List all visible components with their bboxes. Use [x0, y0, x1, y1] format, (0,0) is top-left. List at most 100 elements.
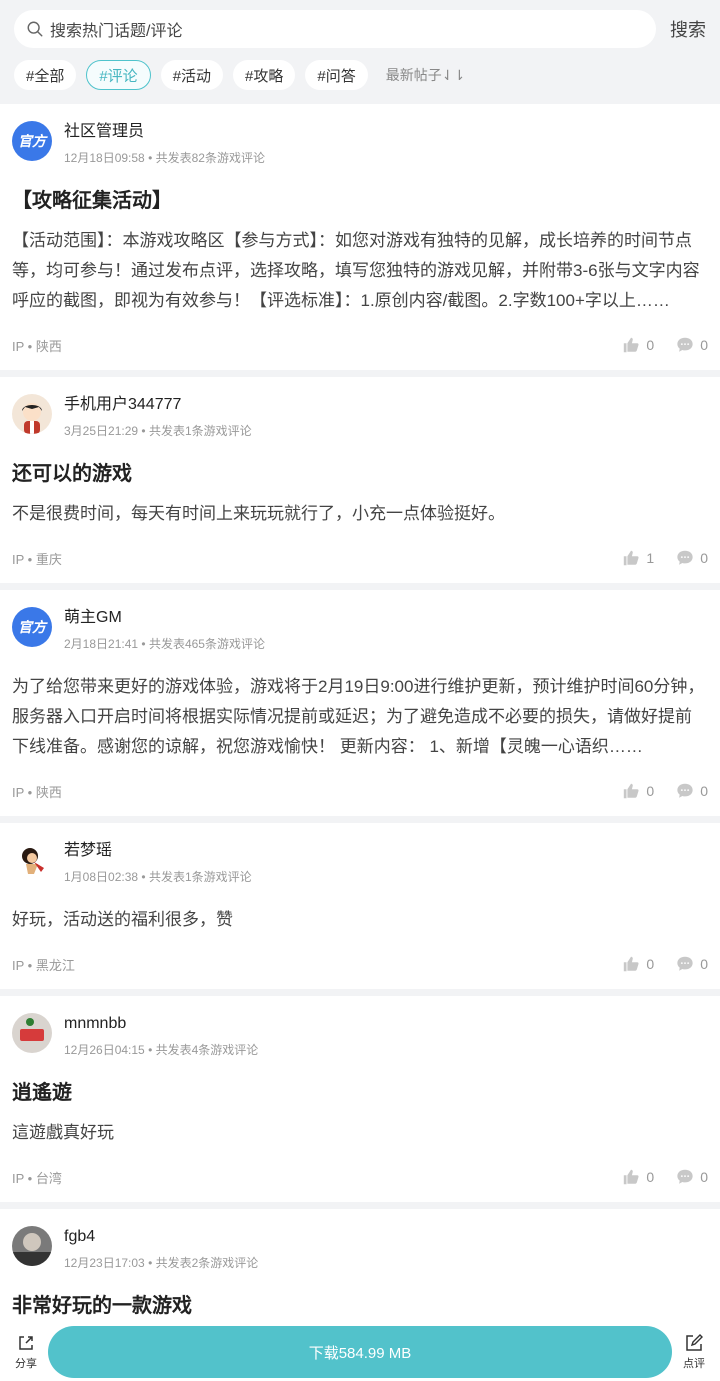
post-actions: 00	[600, 955, 708, 973]
post-card[interactable]: 官方 社区管理员 12月18日09:58 • 共发表82条游戏评论 【攻略征集活动】【…	[0, 104, 720, 370]
review-label: 点评	[683, 1358, 705, 1370]
post-meta: mnmnbb 12月26日04:15 • 共发表4条游戏评论	[64, 1013, 258, 1058]
search-icon	[27, 21, 43, 37]
comment-icon	[677, 956, 693, 971]
post-card[interactable]: mnmnbb 12月26日04:15 • 共发表4条游戏评论 逍遙遊 這遊戲真好玩 IP…	[0, 996, 720, 1202]
comment-count: 0	[700, 337, 708, 353]
comment-count: 0	[700, 956, 708, 972]
like-button[interactable]: 0	[622, 1168, 654, 1186]
post-meta: 手机用户344777 3月25日21:29 • 共发表1条游戏评论	[64, 394, 252, 439]
tag-guide[interactable]: #攻略	[233, 60, 296, 90]
avatar[interactable]	[12, 840, 52, 880]
post-title[interactable]: 还可以的游戏	[12, 461, 708, 487]
search-button[interactable]: 搜索	[656, 16, 706, 42]
author-name[interactable]: 若梦瑶	[64, 840, 252, 862]
avatar[interactable]	[12, 1013, 52, 1053]
post-footer: IP • 陕西 0 0	[12, 766, 708, 816]
post-card[interactable]: 官方 萌主GM 2月18日21:41 • 共发表465条游戏评论 为了给您带来更好的游…	[0, 590, 720, 816]
like-count: 0	[646, 956, 655, 972]
post-actions: 00	[600, 336, 708, 354]
post-footer: IP • 陕西 0 0	[12, 320, 708, 370]
tag-all[interactable]: #全部	[14, 60, 77, 90]
post-time: 1月08日02:38	[64, 870, 139, 884]
post-footer: IP • 重庆 1 0	[12, 533, 708, 583]
comment-icon	[677, 1169, 693, 1184]
post-header: 手机用户344777 3月25日21:29 • 共发表1条游戏评论	[12, 377, 708, 439]
post-footer: IP • 黑龙江 0 0	[12, 939, 708, 989]
like-icon	[624, 956, 639, 972]
search-input[interactable]: 搜索热门话题/评论	[14, 10, 656, 48]
author-stats: 共发表1条游戏评论	[148, 424, 252, 438]
sort-dropdown[interactable]: 最新帖子⇃⇂	[386, 65, 465, 85]
author-name[interactable]: 萌主GM	[64, 607, 265, 629]
post-time: 12月18日09:58	[64, 151, 145, 165]
author-stats: 共发表82条游戏评论	[155, 151, 265, 165]
ip-location: IP • 黑龙江	[12, 957, 75, 973]
comment-button[interactable]: 0	[676, 1168, 708, 1186]
post-meta: 若梦瑶 1月08日02:38 • 共发表1条游戏评论	[64, 840, 252, 885]
like-count: 0	[646, 337, 655, 353]
post-title[interactable]: 非常好玩的一款游戏	[12, 1293, 708, 1319]
top-bar: 搜索热门话题/评论 搜索 #全部 #评论 #活动 #攻略 #问答 最新帖子⇃⇂	[0, 0, 720, 104]
comment-button[interactable]: 0	[676, 336, 708, 354]
like-button[interactable]: 0	[622, 336, 654, 354]
post-card[interactable]: 若梦瑶 1月08日02:38 • 共发表1条游戏评论 好玩，活动送的福利很多，赞 IP…	[0, 823, 720, 989]
like-icon	[624, 550, 639, 566]
post-header: 官方 社区管理员 12月18日09:58 • 共发表82条游戏评论	[12, 104, 708, 166]
post-content[interactable]: 好玩，活动送的福利很多，赞	[12, 905, 708, 935]
official-avatar[interactable]: 官方	[12, 607, 52, 647]
author-stats: 共发表465条游戏评论	[148, 637, 265, 651]
post-content[interactable]: 這遊戲真好玩	[12, 1118, 708, 1148]
comment-icon	[677, 337, 693, 352]
share-label: 分享	[15, 1358, 37, 1370]
official-badge-text: 官方	[18, 133, 46, 149]
search-row: 搜索热门话题/评论 搜索	[14, 10, 706, 48]
author-stats: 共发表4条游戏评论	[155, 1043, 259, 1057]
tag-qa[interactable]: #问答	[305, 60, 368, 90]
like-count: 1	[646, 550, 655, 566]
comment-icon	[677, 783, 693, 798]
comment-button[interactable]: 0	[676, 549, 708, 567]
post-time: 2月18日21:41	[64, 637, 139, 651]
official-avatar[interactable]: 官方	[12, 121, 52, 161]
comment-count: 0	[700, 783, 708, 799]
comment-button[interactable]: 0	[676, 955, 708, 973]
review-button[interactable]: 点评	[676, 1333, 712, 1371]
edit-icon	[686, 1334, 703, 1351]
photo-avatar-icon	[20, 1018, 44, 1041]
post-meta: 萌主GM 2月18日21:41 • 共发表465条游戏评论	[64, 607, 265, 652]
author-name[interactable]: fgb4	[64, 1226, 258, 1248]
like-icon	[624, 1169, 639, 1185]
ip-location: IP • 陕西	[12, 338, 62, 354]
post-content[interactable]: 【活动范围】：本游戏攻略区【参与方式】：如您对游戏有独特的见解，成长培养的时间节…	[12, 226, 708, 316]
avatar[interactable]	[12, 1226, 52, 1266]
post-header: 若梦瑶 1月08日02:38 • 共发表1条游戏评论	[12, 823, 708, 885]
like-icon	[624, 337, 639, 353]
share-button[interactable]: 分享	[8, 1333, 44, 1371]
post-title[interactable]: 【攻略征集活动】	[12, 188, 708, 214]
post-card[interactable]: 手机用户344777 3月25日21:29 • 共发表1条游戏评论还可以的游戏不是…	[0, 377, 720, 583]
like-button[interactable]: 1	[622, 549, 654, 567]
avatar[interactable]	[12, 394, 52, 434]
post-title[interactable]: 逍遙遊	[12, 1080, 708, 1106]
like-count: 0	[646, 1169, 655, 1185]
tag-filter-bar: #全部 #评论 #活动 #攻略 #问答 最新帖子⇃⇂	[14, 60, 706, 90]
tag-review[interactable]: #评论	[86, 60, 151, 90]
download-button[interactable]: 下载584.99 MB	[48, 1326, 672, 1378]
author-name[interactable]: 手机用户344777	[64, 394, 252, 416]
post-meta: fgb4 12月23日17:03 • 共发表2条游戏评论	[64, 1226, 258, 1271]
tag-activity[interactable]: #活动	[160, 60, 224, 90]
author-stats: 共发表2条游戏评论	[155, 1256, 259, 1270]
like-button[interactable]: 0	[622, 782, 654, 800]
post-time: 12月23日17:03	[64, 1256, 145, 1270]
post-content[interactable]: 为了给您带来更好的游戏体验，游戏将于2月19日9:00进行维护更新，预计维护时间…	[12, 672, 708, 762]
like-button[interactable]: 0	[622, 955, 654, 973]
comment-count: 0	[700, 550, 708, 566]
bottom-bar: 分享 下载584.99 MB 点评	[0, 1323, 720, 1381]
boy-avatar-icon	[22, 403, 42, 434]
comment-button[interactable]: 0	[676, 782, 708, 800]
author-name[interactable]: mnmnbb	[64, 1013, 258, 1035]
post-time: 12月26日04:15	[64, 1043, 145, 1057]
post-content[interactable]: 不是很费时间，每天有时间上来玩玩就行了，小充一点体验挺好。	[12, 499, 708, 529]
author-name[interactable]: 社区管理员	[64, 121, 265, 143]
